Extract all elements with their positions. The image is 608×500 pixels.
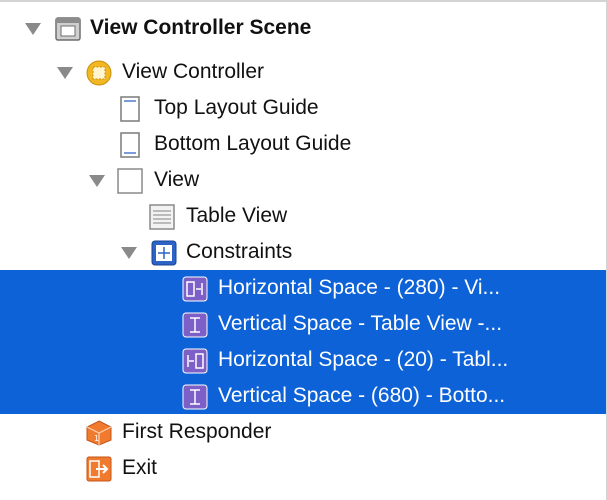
- constraint-label: Vertical Space - (680) - Botto...: [218, 384, 506, 407]
- scene-icon: [55, 17, 81, 41]
- view-label: View: [154, 168, 200, 191]
- first-responder-icon: 1: [86, 420, 112, 446]
- first-responder-label: First Responder: [122, 420, 272, 443]
- outline-row-constraint[interactable]: Vertical Space - (680) - Botto...: [0, 378, 606, 414]
- vertical-space-icon: [182, 384, 208, 410]
- exit-icon: [86, 456, 112, 482]
- outline-row-table-view[interactable]: Table View: [0, 198, 606, 234]
- view-controller-icon: [86, 60, 112, 86]
- outline-row-scene[interactable]: View Controller Scene: [0, 10, 606, 46]
- outline-row-constraint[interactable]: Horizontal Space - (20) - Tabl...: [0, 342, 606, 378]
- constraint-label: Horizontal Space - (280) - Vi...: [218, 276, 501, 299]
- outline-row-first-responder[interactable]: 1 First Responder: [0, 414, 606, 450]
- disclosure-triangle-icon[interactable]: [25, 23, 41, 35]
- outline-row-constraint[interactable]: Horizontal Space - (280) - Vi...: [0, 270, 606, 306]
- outline-row-view[interactable]: View: [0, 162, 606, 198]
- outline-row-exit[interactable]: Exit: [0, 450, 606, 486]
- bottom-layout-guide-icon: [120, 132, 140, 158]
- exit-label: Exit: [122, 456, 158, 479]
- top-layout-guide-icon: [120, 96, 140, 122]
- table-view-label: Table View: [186, 204, 288, 227]
- outline-row-top-layout-guide[interactable]: Top Layout Guide: [0, 90, 606, 126]
- view-icon: [117, 168, 143, 194]
- top-layout-guide-label: Top Layout Guide: [154, 96, 319, 119]
- disclosure-triangle-icon[interactable]: [121, 247, 137, 259]
- horizontal-space-trailing-icon: [182, 276, 208, 302]
- horizontal-space-leading-icon: [182, 348, 208, 374]
- svg-text:1: 1: [94, 434, 99, 443]
- table-view-icon: [149, 204, 175, 230]
- scene-label: View Controller Scene: [90, 16, 312, 39]
- outline-row-constraint[interactable]: Vertical Space - Table View -...: [0, 306, 606, 342]
- outline-row-constraints[interactable]: Constraints: [0, 234, 606, 270]
- constraint-label: Horizontal Space - (20) - Tabl...: [218, 348, 509, 371]
- outline-row-bottom-layout-guide[interactable]: Bottom Layout Guide: [0, 126, 606, 162]
- constraint-label: Vertical Space - Table View -...: [218, 312, 503, 335]
- outline-row-view-controller[interactable]: View Controller: [0, 54, 606, 90]
- bottom-layout-guide-label: Bottom Layout Guide: [154, 132, 352, 155]
- disclosure-triangle-icon[interactable]: [89, 175, 105, 187]
- constraints-icon: [151, 240, 177, 266]
- top-divider: [0, 0, 608, 2]
- disclosure-triangle-icon[interactable]: [57, 67, 73, 79]
- view-controller-label: View Controller: [122, 60, 265, 83]
- constraints-label: Constraints: [186, 240, 293, 263]
- vertical-space-icon: [182, 312, 208, 338]
